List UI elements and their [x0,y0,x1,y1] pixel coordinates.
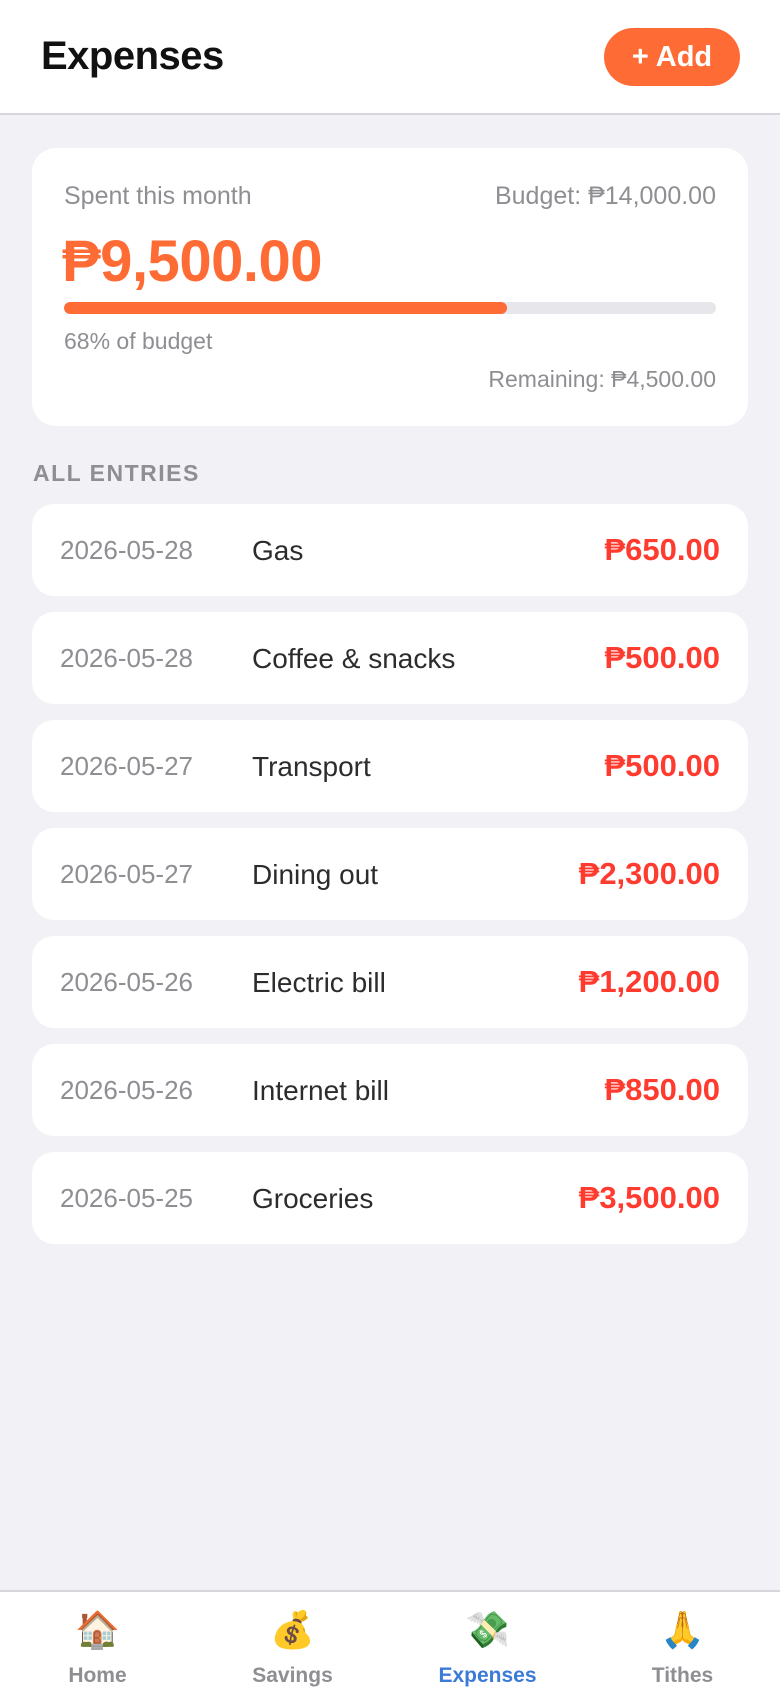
tab-label: Home [68,1664,127,1687]
entry-date: 2026-05-26 [60,1075,193,1105]
bottom-tab-bar: 🏠 Home 💰 Savings 💸 Expenses 🙏 Tithes [0,1590,780,1688]
tab-label: Tithes [651,1664,714,1687]
budget-progress-fill [64,302,508,314]
entry-row[interactable]: 2026-05-27 Transport ₱500.00 [32,720,748,812]
entry-date: 2026-05-26 [60,967,193,997]
house-icon: 🏠 [75,1609,120,1650]
entry-description: Coffee & snacks [252,643,456,674]
tab-savings[interactable]: 💰 Savings [195,1592,390,1688]
entry-amount: ₱650.00 [604,532,721,567]
entry-description: Gas [252,535,304,566]
entry-amount: ₱2,300.00 [578,856,720,891]
entry-row[interactable]: 2026-05-28 Coffee & snacks ₱500.00 [32,612,748,704]
expenses-screen: Expenses + Add Spent this month Budget: … [0,0,780,1688]
money-with-wings-icon: 💸 [465,1609,510,1650]
entries-list: 2026-05-28 Gas ₱650.00 2026-05-28 Coffee… [32,504,748,1260]
entry-date: 2026-05-27 [60,859,193,889]
remaining-label: Remaining: ₱4,500.00 [488,366,716,392]
entry-date: 2026-05-25 [60,1183,193,1213]
spent-label: Spent this month [64,182,252,210]
praying-hands-icon: 🙏 [660,1609,705,1650]
entry-description: Electric bill [252,967,386,998]
tab-tithes[interactable]: 🙏 Tithes [585,1592,780,1688]
budget-percent-label: 68% of budget [64,328,213,354]
top-bar: Expenses + Add [0,0,780,115]
entry-row[interactable]: 2026-05-26 Electric bill ₱1,200.00 [32,936,748,1028]
entry-date: 2026-05-28 [60,535,193,565]
entry-amount: ₱1,200.00 [578,964,720,999]
entry-amount: ₱850.00 [604,1072,721,1107]
entry-amount: ₱500.00 [604,640,721,675]
entry-description: Groceries [252,1183,374,1214]
tab-label: Savings [252,1664,333,1687]
money-bag-icon: 💰 [270,1609,315,1650]
entry-date: 2026-05-28 [60,643,193,673]
entry-description: Dining out [252,859,379,890]
tab-label: Expenses [438,1664,537,1687]
entry-amount: ₱500.00 [604,748,721,783]
add-expense-button[interactable]: + Add [604,28,740,86]
entry-row[interactable]: 2026-05-28 Gas ₱650.00 [32,504,748,596]
tab-home[interactable]: 🏠 Home [0,1592,195,1688]
entry-amount: ₱3,500.00 [578,1180,720,1215]
entries-section-title: ALL ENTRIES [33,460,200,486]
budget-progress-bar [64,302,716,314]
budget-label: Budget: ₱14,000.00 [494,182,716,210]
entry-description: Internet bill [252,1075,389,1106]
entry-date: 2026-05-27 [60,751,193,781]
entry-row[interactable]: 2026-05-25 Groceries ₱3,500.00 [32,1152,748,1244]
entry-row[interactable]: 2026-05-26 Internet bill ₱850.00 [32,1044,748,1136]
tab-expenses[interactable]: 💸 Expenses [390,1592,585,1688]
entry-description: Transport [252,751,371,782]
monthly-summary-card: Spent this month Budget: ₱14,000.00 ₱9,5… [32,148,748,426]
entry-row[interactable]: 2026-05-27 Dining out ₱2,300.00 [32,828,748,920]
page-title: Expenses [41,34,224,78]
spent-amount: ₱9,500.00 [62,229,322,294]
